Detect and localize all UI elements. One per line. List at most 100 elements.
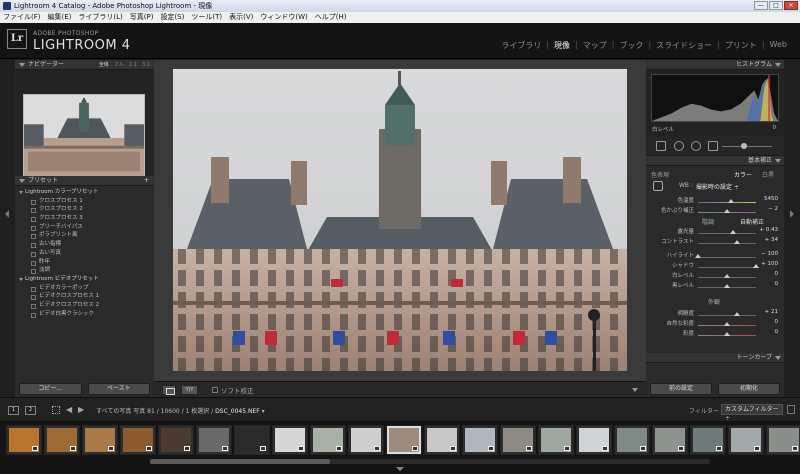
filmstrip-collapse-icon[interactable] <box>396 467 404 471</box>
exposure-slider[interactable]: 露光量 + 0.43 <box>646 227 784 236</box>
menu-window[interactable]: ウィンドウ(W) <box>260 12 307 23</box>
slider-value[interactable]: + 100 <box>761 261 778 267</box>
module-map[interactable]: マップ <box>578 40 612 51</box>
filmstrip-thumb[interactable] <box>462 425 498 455</box>
filmstrip-thumb[interactable] <box>44 425 80 455</box>
menu-file[interactable]: ファイル(F) <box>3 12 41 23</box>
slider-value[interactable]: + 0.43 <box>759 227 778 233</box>
image-canvas[interactable] <box>154 60 646 381</box>
filmstrip-thumb[interactable] <box>652 425 688 455</box>
preset-item[interactable]: クロスプロセス 3 <box>15 214 154 223</box>
preset-item[interactable]: クロスプロセス 2 <box>15 205 154 214</box>
filmstrip-thumb[interactable] <box>690 425 726 455</box>
filmstrip-thumb[interactable] <box>614 425 650 455</box>
zoom-1-1[interactable]: 1:1 <box>129 60 137 70</box>
filmstrip-thumb[interactable] <box>196 425 232 455</box>
filter-select[interactable]: カスタムフィルター ÷ <box>721 404 783 422</box>
preset-item[interactable]: 昨年 <box>15 258 154 267</box>
right-panel-edge[interactable] <box>784 60 800 397</box>
slider-knob[interactable] <box>724 322 730 326</box>
histogram-graph[interactable] <box>651 74 779 122</box>
crop-tool-icon[interactable] <box>656 141 666 151</box>
menu-view[interactable]: 表示(V) <box>229 12 253 23</box>
presets-header[interactable]: プリセット + <box>15 176 154 186</box>
filmstrip-thumb[interactable] <box>766 425 800 455</box>
menu-settings[interactable]: 設定(S) <box>160 12 184 23</box>
clarity-slider[interactable]: 明瞭度 + 21 <box>646 309 784 318</box>
histogram-header[interactable]: ヒストグラム <box>646 60 784 70</box>
filmstrip-scroll-thumb[interactable] <box>150 459 330 464</box>
current-filename[interactable]: DSC_0045.NEF <box>215 408 260 415</box>
filmstrip-thumb-selected[interactable] <box>386 425 422 455</box>
module-book[interactable]: ブック <box>614 40 648 51</box>
slider-value[interactable]: 0 <box>775 271 779 277</box>
filmstrip-thumb[interactable] <box>234 425 270 455</box>
maximize-button[interactable]: □ <box>769 1 783 10</box>
slider-knob[interactable] <box>730 230 736 234</box>
filmstrip-thumb[interactable] <box>120 425 156 455</box>
preset-item[interactable]: 古い指標 <box>15 240 154 249</box>
saturation-slider[interactable]: 彩度 0 <box>646 329 784 338</box>
slider-knob[interactable] <box>724 209 730 213</box>
add-preset-button[interactable]: + <box>144 176 149 186</box>
forward-arrow-icon[interactable]: ▶ <box>78 406 84 414</box>
filmstrip-thumb[interactable] <box>82 425 118 455</box>
menu-photo[interactable]: 写真(P) <box>130 12 154 23</box>
preset-item[interactable]: 古い写真 <box>15 249 154 258</box>
temp-slider[interactable]: 色温度 5450 <box>646 196 784 205</box>
slider-knob[interactable] <box>724 284 730 288</box>
filmstrip-thumb[interactable] <box>728 425 764 455</box>
slider-knob[interactable] <box>753 264 759 268</box>
soft-proof-checkbox[interactable] <box>212 387 218 393</box>
red-eye-icon[interactable] <box>691 141 701 151</box>
auto-tone-button[interactable]: 自動補正 <box>740 217 764 226</box>
shadows-slider[interactable]: シャドウ + 100 <box>646 261 784 270</box>
preset-item[interactable]: 淡調 <box>15 266 154 275</box>
highlights-slider[interactable]: ハイライト − 100 <box>646 251 784 260</box>
slider-track[interactable] <box>698 257 756 258</box>
grid-view-icon[interactable] <box>52 406 60 414</box>
treatment-color[interactable]: カラー <box>734 170 752 179</box>
preset-item[interactable]: ブリーチバイパス <box>15 223 154 232</box>
graduated-filter-icon[interactable] <box>708 141 718 151</box>
collapse-right-icon[interactable] <box>790 210 794 218</box>
blacks-slider[interactable]: 黒レベル 0 <box>646 281 784 290</box>
back-arrow-icon[interactable]: ◀ <box>66 406 72 414</box>
filmstrip-scrollbar[interactable] <box>150 459 710 464</box>
slider-value[interactable]: − 2 <box>768 206 778 212</box>
minimize-button[interactable]: — <box>754 1 768 10</box>
preset-item[interactable]: ビデオ白黒クラシック <box>15 310 154 319</box>
slider-value[interactable]: 0 <box>775 281 779 287</box>
toolbar-menu-icon[interactable] <box>632 388 638 392</box>
treatment-bw[interactable]: 白黒 <box>762 170 774 179</box>
main-photo[interactable] <box>173 69 627 371</box>
preset-folder[interactable]: Lightroom カラープリセット <box>15 188 154 197</box>
wb-select[interactable]: 撮影時の設定 ÷ <box>696 182 739 191</box>
preset-item[interactable]: ビデオカラーポップ <box>15 284 154 293</box>
module-print[interactable]: プリント <box>720 40 762 51</box>
wb-eyedropper-icon[interactable] <box>653 181 663 191</box>
slider-knob[interactable] <box>734 240 740 244</box>
preset-folder[interactable]: Lightroom ビデオプリセット <box>15 275 154 284</box>
left-panel-edge[interactable] <box>0 60 15 397</box>
slider-knob[interactable] <box>728 199 734 203</box>
menu-tools[interactable]: ツール(T) <box>191 12 222 23</box>
slider-knob[interactable] <box>724 274 730 278</box>
adjustment-brush-icon[interactable] <box>741 143 747 149</box>
filmstrip-thumb[interactable] <box>576 425 612 455</box>
before-after-button[interactable]: Y|Y <box>181 385 198 395</box>
slider-track[interactable] <box>698 202 756 203</box>
zoom-3-1[interactable]: 3:1 <box>142 60 150 70</box>
filmstrip-thumb[interactable] <box>6 425 42 455</box>
module-library[interactable]: ライブラリ <box>496 40 546 51</box>
filmstrip-thumb[interactable] <box>272 425 308 455</box>
spot-removal-icon[interactable] <box>674 141 684 151</box>
reset-button[interactable]: 初期化 <box>718 383 780 395</box>
slider-track[interactable] <box>698 243 756 244</box>
basic-header[interactable]: 基本補正 <box>646 156 784 166</box>
module-slideshow[interactable]: スライドショー <box>651 40 717 51</box>
slider-value[interactable]: 5450 <box>764 196 778 202</box>
preset-item[interactable]: ビデオクロスプロセス 2 <box>15 301 154 310</box>
menu-edit[interactable]: 編集(E) <box>48 12 72 23</box>
filmstrip-thumb[interactable] <box>310 425 346 455</box>
